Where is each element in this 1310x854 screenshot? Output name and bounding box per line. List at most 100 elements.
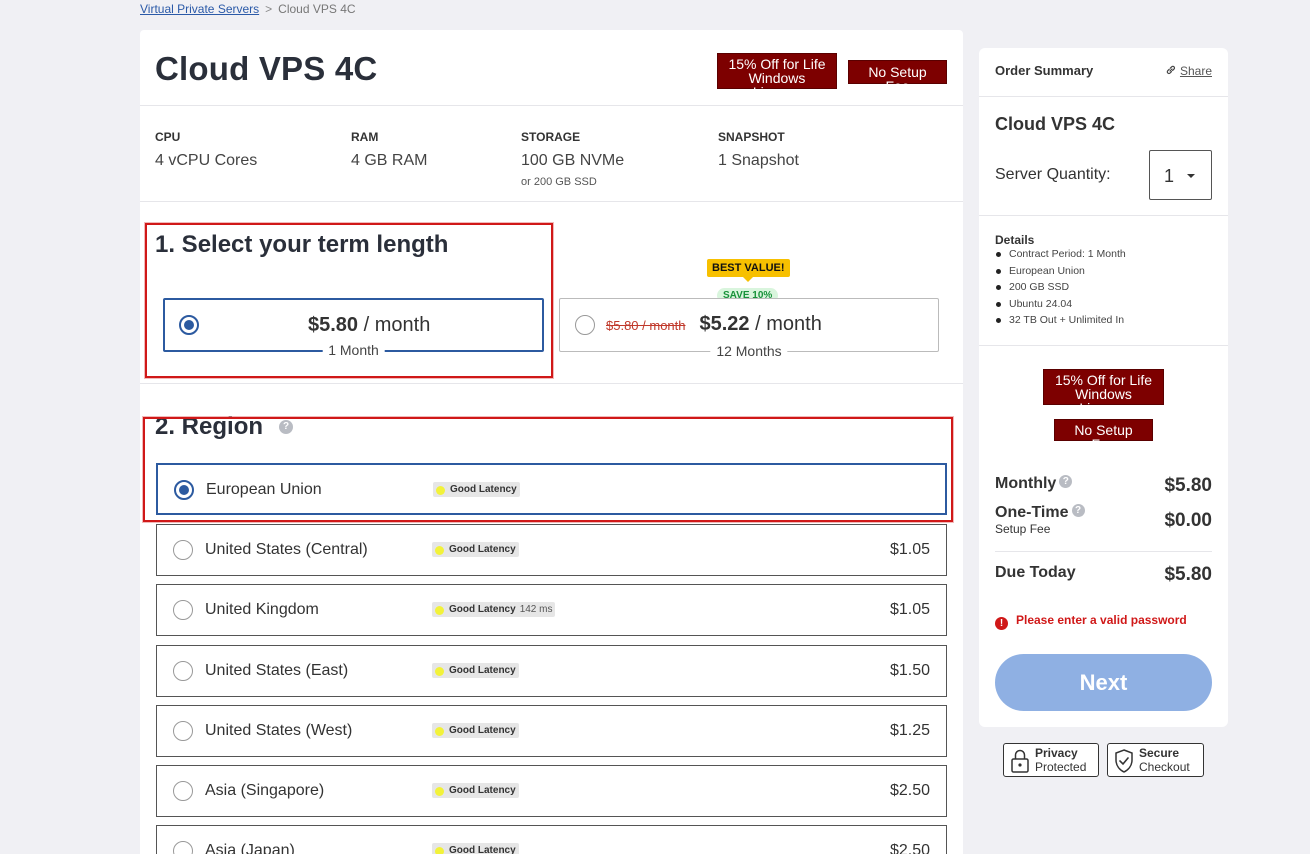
breadcrumb-link-vps[interactable]: Virtual Private Servers bbox=[140, 2, 259, 16]
privacy-protected-badge: Privacy Protected bbox=[1003, 743, 1099, 777]
latency-badge: Good Latency bbox=[432, 723, 519, 738]
region-row-singapore[interactable]: Asia (Singapore) Good Latency $2.50 bbox=[156, 765, 947, 817]
region-radio[interactable] bbox=[173, 841, 193, 854]
error-text: Please enter a valid password bbox=[1016, 613, 1187, 627]
details-item: Contract Period: 1 Month bbox=[995, 248, 1126, 265]
onetime-row: One-Time? Setup Fee $0.00 bbox=[995, 504, 1212, 536]
details-item: 200 GB SSD bbox=[995, 281, 1126, 298]
latency-badge: Good Latency bbox=[432, 843, 519, 854]
windows-offer-badge: 15% Off for Life Windows License bbox=[717, 53, 837, 99]
spec-snapshot: SNAPSHOT 1 Snapshot bbox=[718, 130, 799, 170]
onetime-help-icon[interactable]: ? bbox=[1071, 504, 1085, 518]
term-option-12-months[interactable]: $5.80 / month $5.22 / month 12 Months bbox=[559, 298, 939, 359]
latency-badge: Good Latency bbox=[432, 542, 519, 557]
spec-ram: RAM 4 GB RAM bbox=[351, 130, 427, 170]
secure-sub: Checkout bbox=[1139, 760, 1190, 774]
password-error: ! Please enter a valid password bbox=[995, 613, 1187, 630]
spec-label: STORAGE bbox=[521, 130, 581, 144]
share-link[interactable]: Share bbox=[1165, 64, 1212, 78]
highlight-region-box bbox=[143, 417, 953, 522]
error-icon: ! bbox=[995, 617, 1008, 630]
breadcrumb-separator: > bbox=[265, 2, 273, 16]
due-today-label: Due Today bbox=[995, 564, 1076, 581]
quantity-select[interactable]: 1 bbox=[1149, 150, 1212, 200]
page-title: Cloud VPS 4C bbox=[155, 50, 378, 87]
region-name: United Kingdom bbox=[205, 601, 319, 618]
details-item: European Union bbox=[995, 265, 1126, 282]
monthly-row: Monthly? $5.80 bbox=[995, 475, 1212, 496]
term-old-price: $5.80 / month bbox=[606, 318, 686, 333]
latency-label: Good Latency bbox=[449, 845, 516, 854]
region-row-us-east[interactable]: United States (East) Good Latency $1.50 bbox=[156, 645, 947, 697]
summary-divider bbox=[979, 345, 1228, 346]
breadcrumb-current: Cloud VPS 4C bbox=[278, 2, 356, 16]
spec-value: 4 vCPU Cores bbox=[155, 152, 258, 169]
summary-divider bbox=[979, 215, 1228, 216]
best-value-badge: BEST VALUE! bbox=[707, 259, 790, 282]
term-radio-12-months[interactable] bbox=[575, 315, 595, 335]
region-row-us-central[interactable]: United States (Central) Good Latency $1.… bbox=[156, 524, 947, 576]
spec-value: 4 GB RAM bbox=[351, 152, 428, 169]
spec-label: SNAPSHOT bbox=[718, 130, 785, 144]
highlight-term-box bbox=[145, 223, 553, 378]
region-row-us-west[interactable]: United States (West) Good Latency $1.25 bbox=[156, 705, 947, 757]
offer-badge-line1: 15% Off for Life bbox=[1054, 372, 1152, 388]
due-today-row: Due Today $5.80 bbox=[995, 564, 1212, 585]
monthly-label: Monthly bbox=[995, 475, 1057, 492]
no-setup-fee-badge: No Setup Fee bbox=[848, 60, 947, 93]
region-radio[interactable] bbox=[173, 600, 193, 620]
region-radio[interactable] bbox=[173, 661, 193, 681]
title-row: Cloud VPS 4C 15% Off for Life Windows Li… bbox=[140, 30, 963, 106]
offer-badge-line2: Windows License bbox=[748, 70, 806, 100]
region-name: Asia (Singapore) bbox=[205, 782, 325, 799]
spec-value: 1 Snapshot bbox=[718, 152, 799, 169]
details-item: 32 TB Out + Unlimited In bbox=[995, 314, 1126, 331]
caret-down-icon bbox=[1187, 174, 1195, 178]
latency-label: Good Latency bbox=[449, 544, 516, 555]
specs-row: CPU 4 vCPU Cores RAM 4 GB RAM STORAGE 10… bbox=[140, 106, 963, 202]
region-row-uk[interactable]: United Kingdom Good Latency 142 ms $1.05 bbox=[156, 584, 947, 636]
latency-ms: 142 ms bbox=[519, 604, 553, 615]
next-button[interactable]: Next bbox=[995, 654, 1212, 711]
spec-label: RAM bbox=[351, 130, 379, 144]
term-price-per: / month bbox=[749, 313, 822, 335]
region-row-japan[interactable]: Asia (Japan) Good Latency $2.50 bbox=[156, 825, 947, 854]
summary-title: Order Summary bbox=[995, 63, 1094, 78]
latency-label: Good Latency bbox=[449, 785, 516, 796]
region-price: $2.50 bbox=[889, 782, 930, 799]
latency-label: Good Latency bbox=[449, 665, 516, 676]
secure-title: Secure bbox=[1139, 746, 1180, 760]
region-price: $1.05 bbox=[889, 601, 930, 618]
secure-checkout-badge: Secure Checkout bbox=[1107, 743, 1204, 777]
spec-cpu: CPU 4 vCPU Cores bbox=[155, 130, 257, 170]
lock-icon bbox=[1011, 749, 1029, 773]
privacy-title: Privacy bbox=[1035, 746, 1078, 760]
summary-product-name: Cloud VPS 4C bbox=[995, 114, 1116, 134]
monthly-help-icon[interactable]: ? bbox=[1059, 475, 1073, 489]
breadcrumb: Virtual Private Servers > Cloud VPS 4C bbox=[140, 2, 356, 16]
region-radio[interactable] bbox=[173, 781, 193, 801]
latency-badge: Good Latency 142 ms bbox=[432, 602, 556, 617]
term-label: 12 Months bbox=[710, 343, 788, 359]
summary-header: Order Summary Share bbox=[979, 48, 1228, 97]
offer-badge-line2: Windows License bbox=[1075, 386, 1132, 416]
quantity-label: Server Quantity: bbox=[995, 166, 1111, 183]
summary-setup-badge: No Setup Fee bbox=[1054, 419, 1153, 451]
region-name: United States (East) bbox=[205, 662, 349, 679]
region-radio[interactable] bbox=[173, 540, 193, 560]
region-name: United States (West) bbox=[205, 722, 353, 739]
details-item: Ubuntu 24.04 bbox=[995, 298, 1126, 315]
region-price: $2.50 bbox=[889, 842, 930, 854]
latency-badge: Good Latency bbox=[432, 783, 519, 798]
latency-label: Good Latency bbox=[449, 604, 516, 615]
region-radio[interactable] bbox=[173, 721, 193, 741]
spec-sub: or 200 GB SSD bbox=[521, 176, 597, 188]
latency-badge: Good Latency bbox=[432, 663, 519, 678]
onetime-label: One-Time bbox=[995, 504, 1069, 521]
region-price: $1.50 bbox=[889, 662, 930, 679]
monthly-value: $5.80 bbox=[1164, 475, 1212, 496]
link-icon bbox=[1166, 65, 1176, 75]
spec-storage: STORAGE 100 GB NVMe or 200 GB SSD bbox=[521, 130, 624, 188]
term-price-value: $5.22 bbox=[699, 313, 750, 335]
product-card: Cloud VPS 4C 15% Off for Life Windows Li… bbox=[140, 30, 963, 854]
